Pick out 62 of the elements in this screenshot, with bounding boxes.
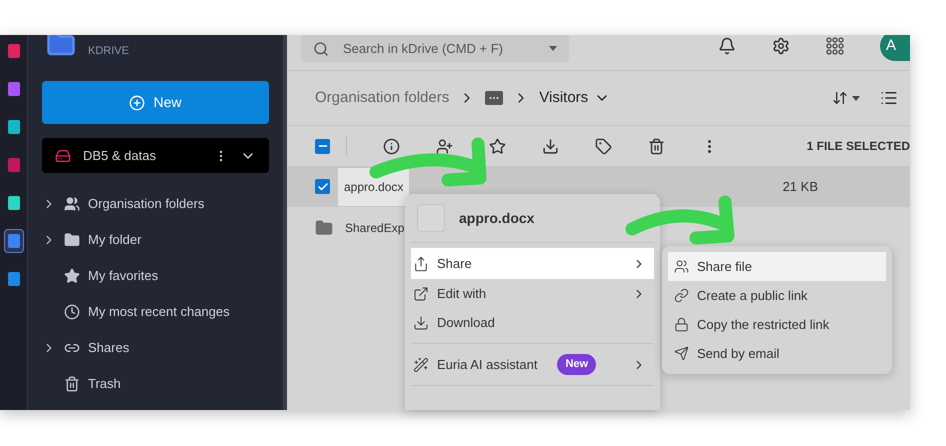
submenu-item[interactable]: Copy the restricted link [668,310,886,339]
brand-caption: KDRIVE [88,44,129,58]
download-icon[interactable] [542,138,559,154]
share-user-icon [674,259,689,274]
new-button[interactable]: New [42,81,269,124]
apps-grid-icon[interactable] [826,37,844,55]
link-icon [674,288,689,303]
sort-icon[interactable] [832,90,848,106]
sidebar-item[interactable]: My favorites [42,258,269,294]
submenu-item[interactable]: Share file [668,252,886,281]
download-icon [413,314,429,330]
info-icon[interactable] [383,138,400,154]
external-link-icon [413,286,429,302]
folder-icon [64,232,80,248]
drive-name: DB5 & datas [83,146,157,165]
share-user-icon[interactable] [436,138,453,154]
current-folder[interactable]: Visitors [539,86,610,110]
notifications-icon[interactable] [718,37,736,55]
sidebar-item[interactable]: My folder [42,222,269,258]
menu-item[interactable]: Download [411,308,654,337]
share-icon [413,256,429,272]
select-all-checkbox[interactable] [315,138,330,154]
folder-icon[interactable] [485,91,504,105]
submenu-item[interactable]: Send by email [668,339,886,368]
row-checkbox[interactable] [315,179,330,194]
people-folder-icon [64,196,80,212]
sidebar-item[interactable]: Shares [42,330,269,366]
user-avatar[interactable]: A [880,35,910,61]
submenu-item[interactable]: Create a public link [668,281,886,310]
breadcrumb-link[interactable]: Organisation folders [315,86,450,110]
menu-item[interactable]: Edit with [411,279,654,308]
magic-wand-icon [413,356,429,372]
menu-item[interactable]: Share [411,248,654,279]
search-field[interactable]: Search in kDrive (CMD + F) [301,35,569,62]
menu-title: appro.docx [459,208,534,228]
dropdown-caret-icon[interactable] [852,96,860,100]
star-icon [64,268,80,284]
trash-icon[interactable] [648,138,665,154]
plus-icon [129,94,146,110]
new-badge: New [557,354,596,375]
send-icon [674,346,689,361]
trash-icon [64,376,80,392]
tag-icon[interactable] [595,138,612,154]
file-name[interactable]: SharedExp [345,218,404,236]
folder-icon [315,218,333,236]
selection-count: 1 FILE SELECTED [806,138,910,155]
star-icon[interactable] [489,138,506,154]
settings-icon[interactable] [772,37,790,55]
search-icon [313,40,329,56]
sidebar-item[interactable]: Organisation folders [42,186,269,222]
clock-icon [64,304,80,320]
sidebar-item[interactable]: Trash [42,366,269,402]
drive-selector[interactable]: DB5 & datas [42,138,269,173]
check-icon [316,180,328,192]
lock-icon [674,317,689,332]
drive-icon [55,148,71,164]
app-tile[interactable] [4,229,24,253]
list-view-icon[interactable] [880,89,898,107]
menu-item[interactable]: Euria AI assistant New [411,350,654,379]
sidebar-item[interactable]: My most recent changes [42,294,269,330]
dropdown-caret-icon[interactable] [549,46,557,51]
file-size: 21 KB [782,178,818,196]
